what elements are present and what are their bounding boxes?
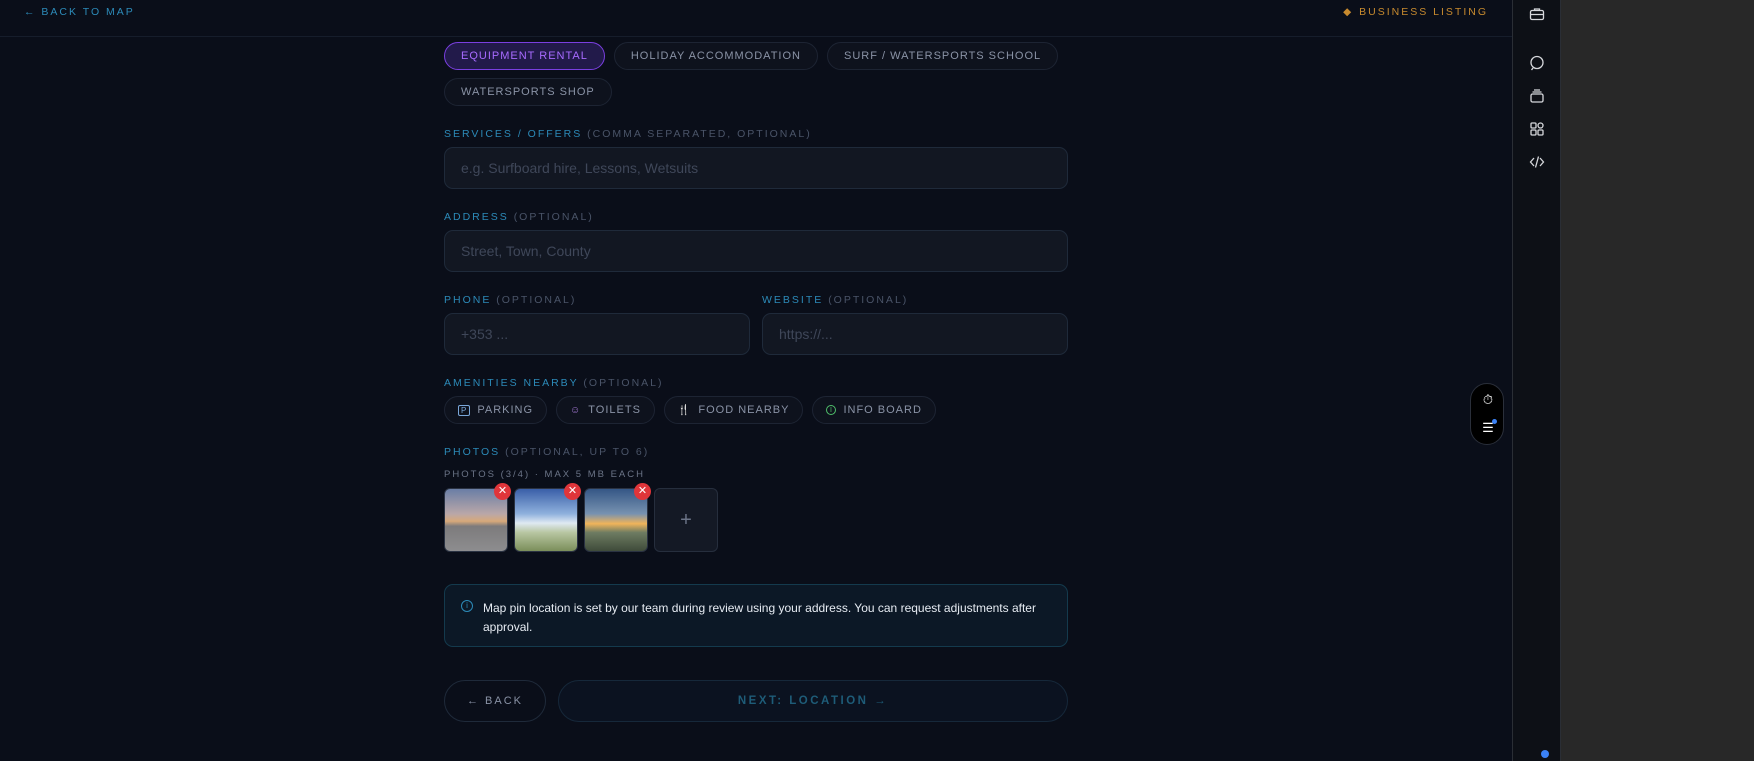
amenity-parking-label: PARKING: [477, 404, 534, 416]
right-panel: [1561, 0, 1754, 761]
notification-dot: [1541, 750, 1549, 758]
menu-icon[interactable]: ☰: [1480, 419, 1497, 436]
photos-section: PHOTOS (OPTIONAL, UP TO 6) PHOTOS (3/4) …: [444, 446, 1068, 552]
website-section: WEBSITE (OPTIONAL) https://...: [762, 294, 1068, 355]
top-bar: ← BACK TO MAP ◆ BUSINESS LISTING: [0, 0, 1512, 37]
website-label-text: WEBSITE: [762, 294, 824, 306]
timer-icon[interactable]: ⏱: [1480, 392, 1496, 408]
category-equipment-rental[interactable]: EQUIPMENT RENTAL: [444, 42, 605, 70]
amenity-info-board-label: INFO BOARD: [843, 404, 922, 416]
photos-label: PHOTOS (OPTIONAL, UP TO 6): [444, 446, 1068, 458]
category-chips-row2: WATERSPORTS SHOP: [444, 78, 1068, 106]
food-icon: 🍴: [677, 404, 692, 416]
website-input[interactable]: https://...: [762, 313, 1068, 355]
amenity-parking[interactable]: P PARKING: [444, 396, 548, 424]
address-section: ADDRESS (OPTIONAL) Street, Town, County: [444, 211, 1068, 272]
parking-icon: P: [458, 404, 471, 416]
services-label-text: SERVICES / OFFERS: [444, 128, 583, 140]
address-label: ADDRESS (OPTIONAL): [444, 211, 1068, 223]
info-notice: i Map pin location is set by our team du…: [444, 584, 1068, 647]
chat-icon[interactable]: [1528, 55, 1546, 73]
business-listing-text: BUSINESS LISTING: [1359, 6, 1488, 18]
photo-list: ✕ ✕ ✕ +: [444, 483, 1068, 552]
phone-label: PHONE (OPTIONAL): [444, 294, 750, 306]
right-sidebar: [1512, 0, 1561, 761]
photo-thumbnail[interactable]: ✕: [514, 483, 581, 552]
amenity-info-board[interactable]: i INFO BOARD: [812, 396, 936, 424]
amenity-toilets-label: TOILETS: [588, 404, 641, 416]
remove-photo-icon[interactable]: ✕: [634, 483, 651, 500]
info-icon: i: [461, 600, 473, 612]
address-hint: (OPTIONAL): [513, 211, 594, 223]
services-label: SERVICES / OFFERS (COMMA SEPARATED, OPTI…: [444, 128, 1068, 140]
photo-count: PHOTOS (3/4) · MAX 5 MB EACH: [444, 469, 645, 480]
website-hint: (OPTIONAL): [828, 294, 909, 306]
main-area: ← BACK TO MAP ◆ BUSINESS LISTING EQUIPMEN…: [0, 0, 1512, 761]
phone-section: PHONE (OPTIONAL) +353 ...: [444, 294, 750, 355]
photo-thumbnail[interactable]: ✕: [444, 483, 511, 552]
back-button[interactable]: ← BACK: [444, 680, 546, 722]
floating-toolbar: ⏱ ☰: [1470, 383, 1504, 445]
photos-label-text: PHOTOS: [444, 446, 501, 458]
category-chips: EQUIPMENT RENTAL HOLIDAY ACCOMMODATION S…: [444, 42, 1068, 70]
services-input[interactable]: e.g. Surfboard hire, Lessons, Wetsuits: [444, 147, 1068, 189]
amenities-hint: (OPTIONAL): [583, 377, 664, 389]
website-label: WEBSITE (OPTIONAL): [762, 294, 1068, 306]
diamond-icon: ◆: [1343, 6, 1354, 18]
remove-photo-icon[interactable]: ✕: [564, 483, 581, 500]
address-label-text: ADDRESS: [444, 211, 509, 223]
services-section: SERVICES / OFFERS (COMMA SEPARATED, OPTI…: [444, 128, 1068, 189]
amenities-label: AMENITIES NEARBY (OPTIONAL): [444, 377, 1068, 389]
briefcase-icon[interactable]: [1528, 6, 1546, 24]
code-icon[interactable]: [1528, 154, 1546, 172]
amenities-list: P PARKING ☺ TOILETS 🍴 FOOD NEARBY i INFO BOA…: [444, 396, 1068, 424]
notification-dot: [1492, 419, 1497, 424]
layers-icon[interactable]: [1528, 88, 1546, 106]
photos-hint: (OPTIONAL, UP TO 6): [505, 446, 650, 458]
phone-hint: (OPTIONAL): [496, 294, 577, 306]
services-hint: (COMMA SEPARATED, OPTIONAL): [587, 128, 812, 140]
amenities-section: AMENITIES NEARBY (OPTIONAL) P PARKING ☺ TO…: [444, 377, 1068, 424]
amenity-food-label: FOOD NEARBY: [698, 404, 790, 416]
phone-label-text: PHONE: [444, 294, 492, 306]
remove-photo-icon[interactable]: ✕: [494, 483, 511, 500]
next-location-button[interactable]: NEXT: LOCATION →: [558, 680, 1068, 722]
back-to-map-link[interactable]: ← BACK TO MAP: [24, 6, 135, 18]
phone-input[interactable]: +353 ...: [444, 313, 750, 355]
amenities-label-text: AMENITIES NEARBY: [444, 377, 579, 389]
category-surf-school[interactable]: SURF / WATERSPORTS SCHOOL: [826, 42, 1059, 70]
listing-form: EQUIPMENT RENTAL HOLIDAY ACCOMMODATION S…: [444, 42, 1068, 722]
amenity-toilets[interactable]: ☺ TOILETS: [556, 396, 655, 424]
address-input[interactable]: Street, Town, County: [444, 230, 1068, 272]
category-holiday-accommodation[interactable]: HOLIDAY ACCOMMODATION: [613, 42, 818, 70]
info-text: Map pin location is set by our team duri…: [483, 601, 1036, 634]
category-watersports-shop[interactable]: WATERSPORTS SHOP: [444, 78, 612, 106]
amenity-food[interactable]: 🍴 FOOD NEARBY: [663, 396, 804, 424]
apps-icon[interactable]: [1528, 121, 1546, 139]
photo-thumbnail[interactable]: ✕: [584, 483, 651, 552]
business-listing-label: ◆ BUSINESS LISTING: [1343, 6, 1488, 18]
info-board-icon: i: [826, 405, 837, 415]
add-photo-button[interactable]: +: [654, 488, 718, 552]
toilets-icon: ☺: [570, 404, 582, 416]
